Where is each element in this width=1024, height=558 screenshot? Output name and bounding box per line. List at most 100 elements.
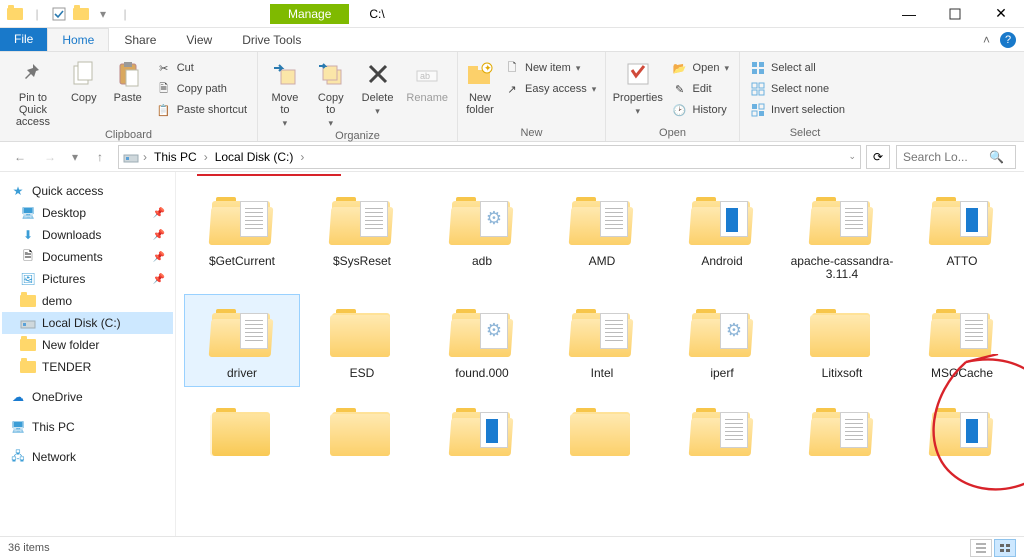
- icons-view-button[interactable]: [994, 539, 1016, 557]
- sidebar-demo[interactable]: demo: [2, 290, 173, 312]
- folder-item[interactable]: Intel: [544, 294, 660, 387]
- sidebar-network[interactable]: 🖧Network: [2, 446, 173, 468]
- onedrive-icon: ☁: [10, 389, 26, 405]
- forward-button[interactable]: →: [38, 145, 62, 169]
- paste-button[interactable]: Paste: [108, 56, 148, 104]
- sidebar-quick-access[interactable]: ★Quick access: [2, 180, 173, 202]
- close-button[interactable]: ✕: [978, 0, 1024, 28]
- sidebar-pictures[interactable]: 🖼Pictures📌: [2, 268, 173, 290]
- help-icon[interactable]: ?: [1000, 32, 1016, 48]
- folder-item[interactable]: iperf: [664, 294, 780, 387]
- folder-item[interactable]: adb: [424, 182, 540, 288]
- copy-path-button[interactable]: 🗎Copy path: [152, 79, 251, 99]
- sidebar-desktop[interactable]: 🖥Desktop📌: [2, 202, 173, 224]
- crumb-sep-icon[interactable]: ›: [143, 150, 147, 164]
- folder-item[interactable]: ESD: [304, 294, 420, 387]
- up-button[interactable]: ↑: [88, 145, 112, 169]
- folder-thumb-icon: [802, 187, 882, 253]
- address-bar[interactable]: › This PC › Local Disk (C:) › ⌄: [118, 145, 861, 169]
- sidebar-documents[interactable]: 🗎Documents📌: [2, 246, 173, 268]
- folder-item[interactable]: [304, 393, 420, 473]
- refresh-button[interactable]: ⟳: [866, 145, 890, 169]
- select-all-icon: [750, 60, 766, 76]
- crumb-sep-icon-2[interactable]: ›: [204, 150, 208, 164]
- select-all-button[interactable]: Select all: [746, 58, 849, 78]
- downloads-icon: ⬇: [20, 227, 36, 243]
- move-to-button[interactable]: Move to▾: [264, 56, 306, 129]
- ribbon-collapse-icon[interactable]: ˄: [983, 33, 990, 47]
- qat-dropdown-icon[interactable]: ▾: [94, 5, 112, 23]
- folder-item[interactable]: MSOCache: [904, 294, 1020, 387]
- folder-item[interactable]: $SysReset: [304, 182, 420, 288]
- folder-item[interactable]: Litixsoft: [784, 294, 900, 387]
- folder-item[interactable]: AMD: [544, 182, 660, 288]
- copy-to-button[interactable]: Copy to▾: [310, 56, 352, 129]
- folder-label: ESD: [350, 367, 375, 380]
- new-item-button[interactable]: 🗋New item ▾: [500, 58, 600, 78]
- sidebar-new-folder[interactable]: New folder: [2, 334, 173, 356]
- new-folder-button[interactable]: ✦ New folder: [464, 56, 496, 116]
- minimize-button[interactable]: —: [886, 0, 932, 28]
- sidebar-tender[interactable]: TENDER: [2, 356, 173, 378]
- folder-item[interactable]: [544, 393, 660, 473]
- folder-icon: [20, 359, 36, 375]
- folder-label: apache-cassandra-3.11.4: [788, 255, 896, 281]
- folder-item[interactable]: [184, 393, 300, 473]
- folder-item[interactable]: ATTO: [904, 182, 1020, 288]
- rename-icon: ab: [411, 58, 443, 90]
- navigation-pane[interactable]: ★Quick access 🖥Desktop📌 ⬇Downloads📌 🗎Doc…: [0, 172, 176, 536]
- view-tab[interactable]: View: [171, 28, 227, 51]
- search-input[interactable]: [903, 150, 983, 164]
- history-button[interactable]: 🕑History: [668, 100, 733, 120]
- crumb-sep-icon-3[interactable]: ›: [300, 150, 304, 164]
- folder-item[interactable]: driver: [184, 294, 300, 387]
- ribbon-tabs: File Home Share View Drive Tools ˄ ?: [0, 28, 1024, 52]
- pin-to-quick-access-button[interactable]: Pin to Quick access: [6, 56, 60, 128]
- folder-thumb-icon: [802, 398, 882, 464]
- open-button[interactable]: 📂Open ▾: [668, 58, 733, 78]
- sidebar-this-pc[interactable]: 🖥This PC: [2, 416, 173, 438]
- folder-item[interactable]: [904, 393, 1020, 473]
- drive-tools-tab[interactable]: Drive Tools: [227, 28, 316, 51]
- address-dropdown-icon[interactable]: ⌄: [848, 151, 856, 162]
- details-view-button[interactable]: [970, 539, 992, 557]
- folder-item[interactable]: [424, 393, 540, 473]
- cut-button[interactable]: ✂Cut: [152, 58, 251, 78]
- folder-item[interactable]: [664, 393, 780, 473]
- folder-thumb-icon: [922, 299, 1002, 365]
- folder-thumb-icon: [562, 398, 642, 464]
- rename-button[interactable]: ab Rename: [403, 56, 451, 104]
- qat-checkbox-icon[interactable]: [50, 5, 68, 23]
- paste-shortcut-button[interactable]: 📋Paste shortcut: [152, 100, 251, 120]
- folder-item[interactable]: found.000: [424, 294, 540, 387]
- search-box[interactable]: 🔍: [896, 145, 1016, 169]
- delete-button[interactable]: Delete▾: [356, 56, 400, 117]
- folder-item[interactable]: Android: [664, 182, 780, 288]
- share-tab[interactable]: Share: [109, 28, 171, 51]
- folder-item[interactable]: $GetCurrent: [184, 182, 300, 288]
- maximize-button[interactable]: [932, 0, 978, 28]
- folder-item[interactable]: apache-cassandra-3.11.4: [784, 182, 900, 288]
- recent-dropdown-icon[interactable]: ▾: [68, 145, 82, 169]
- invert-selection-button[interactable]: Invert selection: [746, 100, 849, 120]
- qat-folder-icon[interactable]: [72, 5, 90, 23]
- crumb-local-disk[interactable]: Local Disk (C:): [212, 150, 297, 164]
- sidebar-downloads[interactable]: ⬇Downloads📌: [2, 224, 173, 246]
- svg-text:ab: ab: [420, 71, 430, 81]
- sidebar-local-disk[interactable]: Local Disk (C:): [2, 312, 173, 334]
- sidebar-onedrive[interactable]: ☁OneDrive: [2, 386, 173, 408]
- folder-item[interactable]: [784, 393, 900, 473]
- edit-button[interactable]: ✎Edit: [668, 79, 733, 99]
- copy-button[interactable]: Copy: [64, 56, 104, 104]
- file-tab[interactable]: File: [0, 28, 47, 51]
- home-tab[interactable]: Home: [47, 28, 109, 51]
- edit-icon: ✎: [672, 81, 688, 97]
- easy-access-button[interactable]: ↗Easy access ▾: [500, 79, 600, 99]
- crumb-this-pc[interactable]: This PC: [151, 150, 200, 164]
- select-none-button[interactable]: Select none: [746, 79, 849, 99]
- content-pane[interactable]: $GetCurrent$SysResetadbAMDAndroid apache-…: [176, 172, 1024, 536]
- back-button[interactable]: ←: [8, 145, 32, 169]
- pin-icon: 📌: [153, 208, 165, 219]
- manage-context-tab[interactable]: Manage: [270, 4, 349, 24]
- properties-button[interactable]: Properties▾: [612, 56, 664, 117]
